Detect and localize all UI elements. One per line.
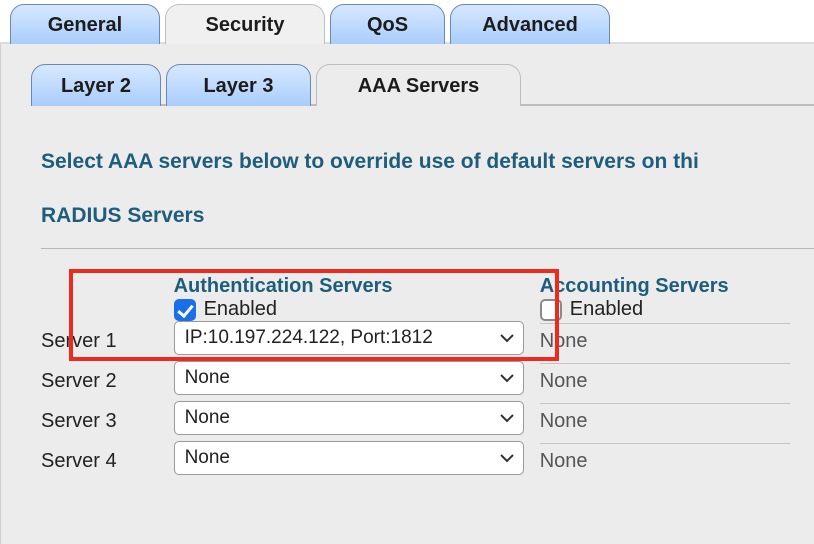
radius-servers-table: Authentication Servers Accounting Server…: [41, 275, 814, 481]
select-value: IP:10.197.224.122, Port:1812: [185, 327, 433, 349]
select-value: None: [185, 447, 230, 469]
subtab-layer3[interactable]: Layer 3: [166, 64, 311, 106]
chevron-down-icon: [499, 372, 515, 384]
radius-servers-heading: RADIUS Servers: [41, 204, 814, 228]
security-page: Layer 2 Layer 3 AAA Servers Select AAA s…: [0, 44, 814, 544]
server-row: Server 3 None None: [41, 401, 814, 441]
tab-qos[interactable]: QoS: [330, 4, 445, 44]
instruction-text: Select AAA servers below to override use…: [41, 150, 814, 174]
tab-security[interactable]: Security: [165, 4, 325, 44]
server-row-label: Server 4: [41, 441, 174, 481]
select-value: None: [185, 407, 230, 429]
radius-servers-table-wrap: Authentication Servers Accounting Server…: [41, 275, 814, 481]
acct-server-2-value: None: [540, 363, 790, 399]
divider: [41, 248, 814, 249]
subtab-layer2[interactable]: Layer 2: [31, 64, 161, 106]
server-row: Server 4 None None: [41, 441, 814, 481]
chevron-down-icon: [499, 332, 515, 344]
tab-advanced[interactable]: Advanced: [450, 4, 610, 44]
auth-server-3-select[interactable]: None: [174, 401, 524, 435]
tab-general[interactable]: General: [10, 4, 160, 44]
auth-server-1-select[interactable]: IP:10.197.224.122, Port:1812: [174, 321, 524, 355]
server-row-label: Server 3: [41, 401, 174, 441]
server-row: Server 1 IP:10.197.224.122, Port:1812 No…: [41, 321, 814, 361]
chevron-down-icon: [499, 452, 515, 464]
server-row-label: Server 2: [41, 361, 174, 401]
col-header-acct: Accounting Servers: [540, 275, 814, 298]
col-header-auth: Authentication Servers: [174, 275, 540, 298]
server-row: Server 2 None None: [41, 361, 814, 401]
server-row-label: Server 1: [41, 321, 174, 361]
acct-server-3-value: None: [540, 403, 790, 439]
auth-server-4-select[interactable]: None: [174, 441, 524, 475]
acct-server-4-value: None: [540, 443, 790, 479]
auth-enabled-label: Enabled: [204, 298, 277, 320]
chevron-down-icon: [499, 412, 515, 424]
acct-enabled-checkbox[interactable]: [540, 299, 562, 321]
aaa-servers-panel: Select AAA servers below to override use…: [21, 106, 814, 481]
auth-server-2-select[interactable]: None: [174, 361, 524, 395]
acct-server-1-value: None: [540, 323, 790, 359]
select-value: None: [185, 367, 230, 389]
sub-tab-bar: Layer 2 Layer 3 AAA Servers: [31, 62, 814, 106]
subtab-aaa-servers[interactable]: AAA Servers: [316, 64, 521, 106]
auth-enabled-checkbox[interactable]: [174, 299, 196, 321]
top-tab-bar: General Security QoS Advanced: [0, 0, 814, 44]
acct-enabled-label: Enabled: [570, 298, 643, 320]
